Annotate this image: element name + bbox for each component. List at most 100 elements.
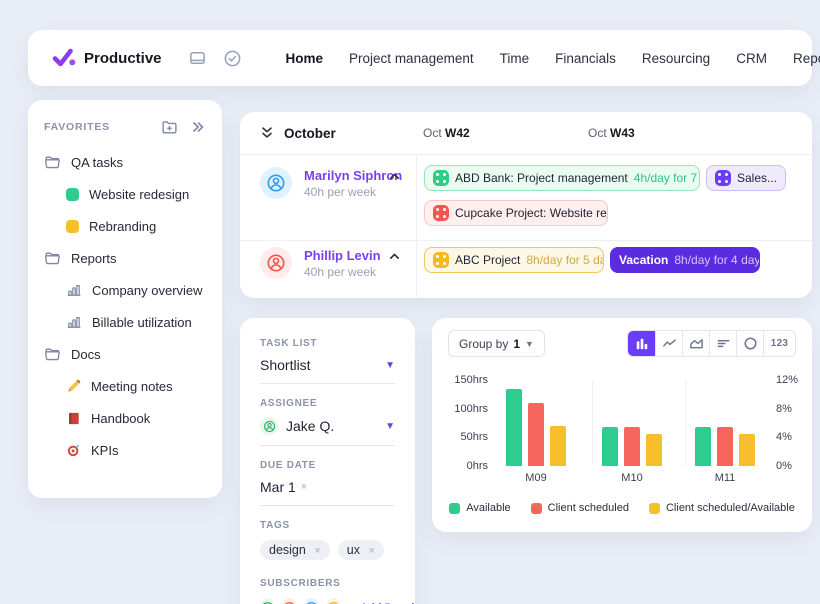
sidebar-item-website-redesign[interactable]: Website redesign bbox=[44, 178, 206, 210]
due-date-value: Mar 1 bbox=[260, 479, 296, 495]
group-by-button[interactable]: Group by 1 ▼ bbox=[448, 330, 545, 357]
category-separator bbox=[685, 380, 686, 466]
yellow-board-icon bbox=[66, 220, 79, 233]
remove-tag-icon[interactable]: × bbox=[314, 545, 320, 557]
assignment-time: 8h/day for 4 days bbox=[674, 253, 760, 267]
book-icon bbox=[66, 411, 81, 426]
screen-icon[interactable] bbox=[188, 49, 207, 68]
sidebar-item-qa-tasks[interactable]: QA tasks bbox=[44, 146, 206, 178]
avatar[interactable] bbox=[260, 247, 292, 279]
insights-chart-panel: Group by 1 ▼ 123 150hrs 100hrs 50hrs 0hr… bbox=[432, 318, 812, 532]
legend-swatch bbox=[649, 503, 660, 514]
tag-design[interactable]: design × bbox=[260, 540, 330, 560]
tag-ux[interactable]: ux × bbox=[338, 540, 384, 560]
person-hours: 40h per week bbox=[304, 185, 402, 199]
y-axis-tick: 50hrs bbox=[432, 430, 488, 444]
check-circle-icon[interactable] bbox=[223, 49, 242, 68]
sidebar-item-billable-utilization[interactable]: Billable utilization bbox=[44, 306, 206, 338]
resourcing-scheduler-panel: October Oct W42 Oct W43 Marilyn Siphron … bbox=[240, 112, 812, 298]
assignment-title: Sales... bbox=[737, 171, 777, 185]
legend-label: Client scheduled bbox=[548, 502, 629, 514]
subscriber-avatar[interactable] bbox=[304, 598, 319, 604]
row-divider bbox=[240, 240, 812, 241]
week-column-header: Oct W42 bbox=[423, 126, 470, 140]
assignment-pill-cupcake[interactable]: Cupcake Project: Website redes... bbox=[424, 200, 608, 226]
nav-item-time[interactable]: Time bbox=[500, 51, 530, 66]
person-hours: 40h per week bbox=[304, 265, 381, 279]
assignment-time: 8h/day for 5 days bbox=[526, 253, 604, 267]
collapse-sidebar-icon[interactable] bbox=[190, 119, 206, 135]
subscriber-avatar[interactable] bbox=[260, 598, 275, 604]
nav-item-home[interactable]: Home bbox=[286, 51, 324, 66]
assignment-pill-sales[interactable]: Sales... bbox=[706, 165, 786, 191]
legend-item-available: Available bbox=[449, 502, 510, 514]
favorites-sidebar: FAVORITES QA tasks Website redesign Rebr… bbox=[28, 100, 222, 498]
x-axis-label: M10 bbox=[602, 472, 662, 484]
sidebar-item-label: QA tasks bbox=[71, 155, 123, 170]
subscriber-avatar[interactable] bbox=[282, 598, 297, 604]
y2-axis-tick: 8% bbox=[776, 402, 808, 416]
nav-item-project-management[interactable]: Project management bbox=[349, 51, 474, 66]
productive-logo[interactable]: Productive bbox=[52, 47, 162, 69]
target-icon bbox=[66, 443, 81, 458]
subscriber-avatar[interactable] bbox=[326, 598, 341, 604]
sidebar-item-rebranding[interactable]: Rebranding bbox=[44, 210, 206, 242]
sidebar-item-company-overview[interactable]: Company overview bbox=[44, 274, 206, 306]
sidebar-item-kpis[interactable]: KPIs bbox=[44, 434, 206, 466]
horizontal-bar-chart-type-icon[interactable] bbox=[709, 331, 736, 356]
chart-bar bbox=[624, 427, 640, 466]
collapse-row-icon[interactable] bbox=[388, 250, 401, 263]
legend-label: Client scheduled/Available bbox=[666, 502, 795, 514]
remove-date-icon[interactable]: × bbox=[301, 481, 307, 493]
assignment-title: ABD Bank: Project management bbox=[455, 171, 628, 185]
chart-type-toolbar: 123 bbox=[627, 330, 796, 357]
collapse-all-icon[interactable] bbox=[260, 126, 274, 140]
avatar[interactable] bbox=[260, 167, 292, 199]
collapse-row-icon[interactable] bbox=[388, 170, 401, 183]
nav-item-crm[interactable]: CRM bbox=[736, 51, 767, 66]
sidebar-item-handbook[interactable]: Handbook bbox=[44, 402, 206, 434]
sidebar-item-reports[interactable]: Reports bbox=[44, 242, 206, 274]
category-separator bbox=[592, 380, 593, 466]
assignment-pill-abd-bank[interactable]: ABD Bank: Project management 4h/day for … bbox=[424, 165, 700, 191]
productive-logo-icon bbox=[52, 47, 76, 69]
line-chart-type-icon[interactable] bbox=[655, 331, 682, 356]
primary-nav: Home Project management Time Financials … bbox=[286, 51, 820, 66]
chevron-down-icon: ▼ bbox=[525, 339, 534, 349]
tag-label: ux bbox=[347, 543, 360, 557]
donut-chart-type-icon[interactable] bbox=[736, 331, 763, 356]
nav-item-financials[interactable]: Financials bbox=[555, 51, 616, 66]
bar-chart-icon bbox=[66, 314, 82, 330]
sidebar-item-meeting-notes[interactable]: Meeting notes bbox=[44, 370, 206, 402]
green-board-icon bbox=[66, 188, 79, 201]
due-date-field[interactable]: Mar 1 × bbox=[260, 479, 395, 506]
number-view-icon[interactable]: 123 bbox=[763, 331, 795, 356]
assignment-pill-abc-project[interactable]: ABC Project 8h/day for 5 days bbox=[424, 247, 604, 273]
project-icon bbox=[433, 252, 449, 268]
pencil-icon bbox=[66, 379, 81, 394]
sidebar-item-label: Docs bbox=[71, 347, 101, 362]
legend-swatch bbox=[449, 503, 460, 514]
person-name[interactable]: Phillip Levin bbox=[304, 248, 381, 263]
scheduler-month-label[interactable]: October bbox=[284, 126, 336, 141]
subscribers-label: SUBSCRIBERS bbox=[260, 578, 395, 589]
task-list-select[interactable]: Shortlist ▼ bbox=[260, 357, 395, 384]
chart-legend: Available Client scheduled Client schedu… bbox=[432, 502, 812, 514]
x-axis-label: M09 bbox=[506, 472, 566, 484]
legend-swatch bbox=[531, 503, 542, 514]
assignee-select[interactable]: Jake Q. ▼ bbox=[260, 417, 395, 446]
add-folder-icon[interactable] bbox=[161, 119, 178, 136]
area-chart-type-icon[interactable] bbox=[682, 331, 709, 356]
remove-tag-icon[interactable]: × bbox=[368, 545, 374, 557]
nav-item-resourcing[interactable]: Resourcing bbox=[642, 51, 710, 66]
chart-bar bbox=[602, 427, 618, 466]
y-axis-tick: 0hrs bbox=[432, 459, 488, 473]
nav-item-reporting[interactable]: Reporting bbox=[793, 51, 820, 66]
assignment-pill-vacation[interactable]: Vacation 8h/day for 4 days bbox=[610, 247, 760, 273]
sidebar-item-label: Handbook bbox=[91, 411, 150, 426]
chart-bar bbox=[646, 434, 662, 466]
sidebar-item-docs[interactable]: Docs bbox=[44, 338, 206, 370]
chart-bar bbox=[506, 389, 522, 466]
y-axis-tick: 100hrs bbox=[432, 402, 488, 416]
bar-chart-type-icon[interactable] bbox=[628, 331, 655, 356]
